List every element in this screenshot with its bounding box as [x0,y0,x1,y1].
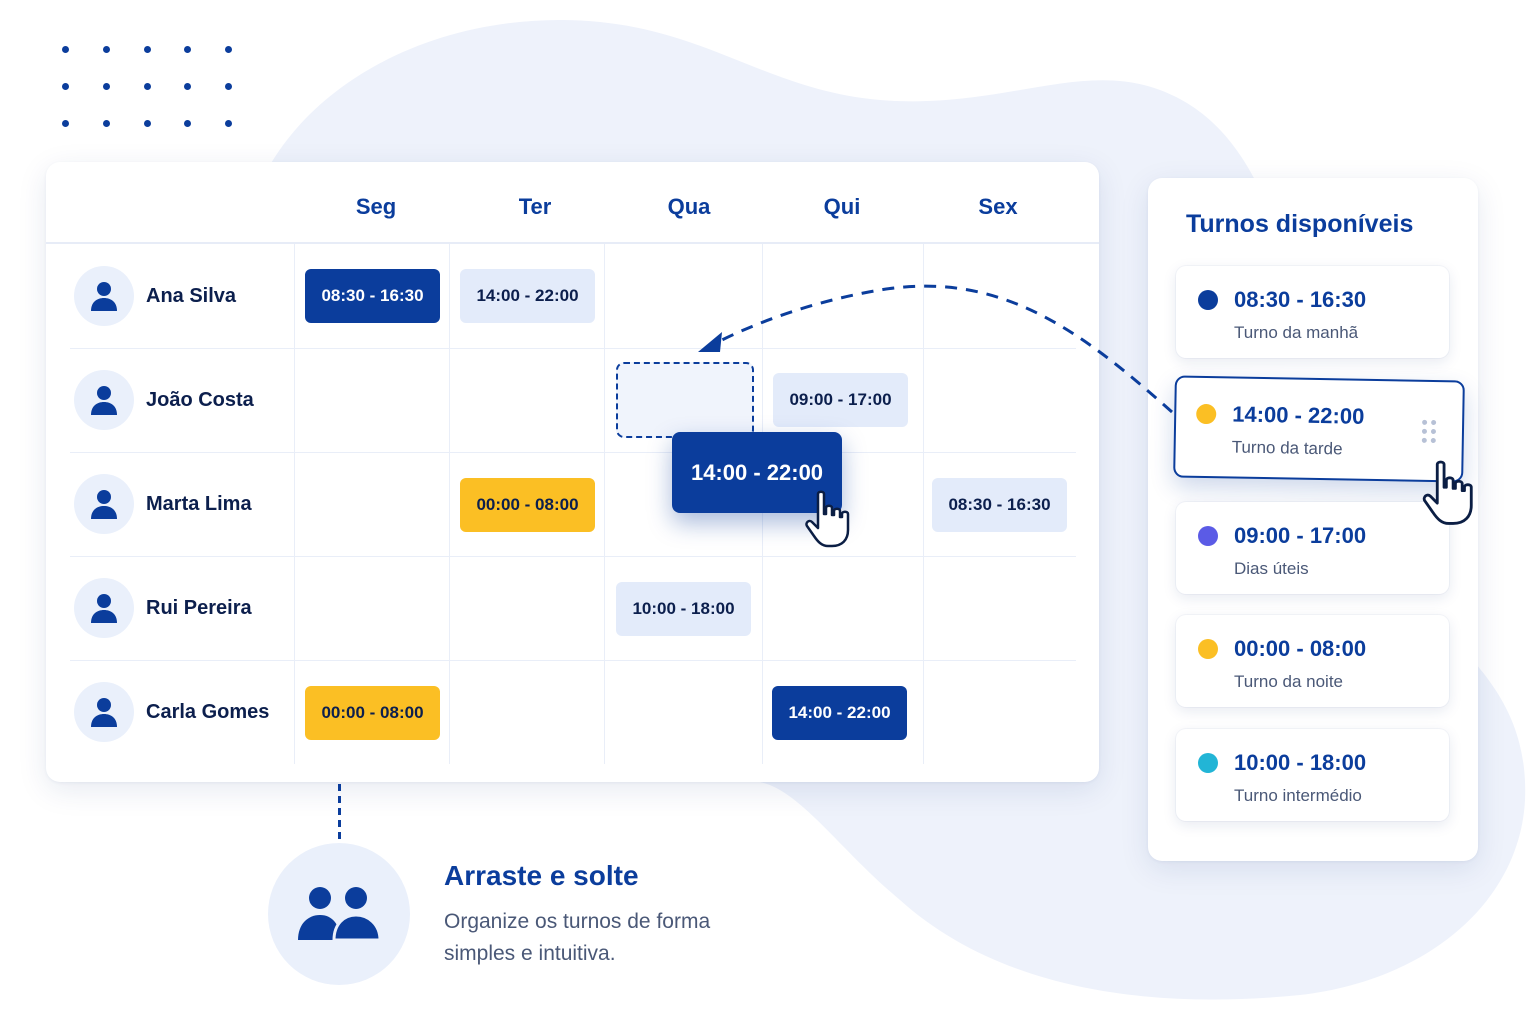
avatar [74,370,134,430]
day-header-qui: Qui [823,194,861,219]
person-name: Carla Gomes [146,701,270,723]
shift-option-label: Turno intermédio [1234,786,1362,805]
feature-title: Arraste e solte [444,860,639,891]
shift-option-label: Turno da noite [1234,672,1343,691]
shift-chip[interactable]: 09:00 - 17:00 [773,373,908,427]
drag-handle-icon[interactable] [1421,419,1438,448]
column-divider [449,244,450,764]
users-icon [298,887,382,942]
drop-target-slot[interactable] [616,362,754,438]
row-divider [70,452,1076,453]
column-divider [923,244,924,764]
shift-option-time: 10:00 - 18:00 [1234,750,1367,775]
shift-chip[interactable]: 14:00 - 22:00 [772,686,907,740]
user-icon [91,386,117,415]
panel-title: Turnos disponíveis [1186,210,1414,238]
column-divider [294,244,295,764]
column-divider [604,244,605,764]
hand-cursor-icon [1422,460,1473,525]
person-name: Ana Silva [146,285,237,307]
shift-chip[interactable]: 14:00 - 22:00 [460,269,595,323]
day-header-qua: Qua [667,194,711,219]
shift-option-label: Dias úteis [1234,559,1309,578]
decorative-dots [62,46,242,136]
shift-chip[interactable]: 10:00 - 18:00 [616,582,751,636]
shift-option[interactable]: 08:30 - 16:30 Turno da manhã [1176,266,1449,358]
person-name: João Costa [146,389,254,411]
avatar [74,682,134,742]
shift-option[interactable]: 10:00 - 18:00 Turno intermédio [1176,729,1449,821]
shift-color-dot [1198,526,1218,546]
shift-chip[interactable]: 08:30 - 16:30 [305,269,440,323]
shift-chip[interactable]: 08:30 - 16:30 [932,478,1067,532]
user-icon [91,594,117,623]
shift-option[interactable]: 09:00 - 17:00 Dias úteis [1176,502,1449,594]
shift-option-label: Turno da manhã [1234,323,1359,342]
day-header-sex: Sex [978,194,1018,219]
shift-color-dot [1198,753,1218,773]
shift-chip[interactable]: 00:00 - 08:00 [305,686,440,740]
shift-option-time: 00:00 - 08:00 [1234,636,1367,661]
avatar [74,266,134,326]
shift-color-dot [1198,290,1218,310]
schedule-grid: Seg Ter Qua Qui Sex Ana Silva João Costa… [46,162,1099,782]
feature-description: Organize os turnos de forma simples e in… [444,910,711,965]
row-divider [70,660,1076,661]
header-divider [46,242,1099,244]
user-icon [91,698,117,727]
feature-connector [338,784,341,844]
person-name: Marta Lima [146,493,252,515]
shift-chip[interactable]: 00:00 - 08:00 [460,478,595,532]
row-divider [70,556,1076,557]
day-header-seg: Seg [355,194,397,219]
shift-option[interactable]: 00:00 - 08:00 Turno da noite [1176,615,1449,707]
shift-option-time: 08:30 - 16:30 [1234,287,1367,312]
avatar [74,578,134,638]
row-divider [70,348,1076,349]
avatar [74,474,134,534]
user-icon [91,282,117,311]
person-name: Rui Pereira [146,597,252,619]
feature-icon-circle [268,843,410,985]
hand-cursor-icon [805,490,850,548]
shift-option-label: Turno da tarde [1231,437,1343,459]
shift-color-dot [1198,639,1218,659]
user-icon [91,490,117,519]
shift-color-dot [1196,403,1217,425]
day-header-ter: Ter [518,194,552,219]
shift-option-time: 09:00 - 17:00 [1234,523,1367,548]
shift-option-time: 14:00 - 22:00 [1232,401,1365,429]
